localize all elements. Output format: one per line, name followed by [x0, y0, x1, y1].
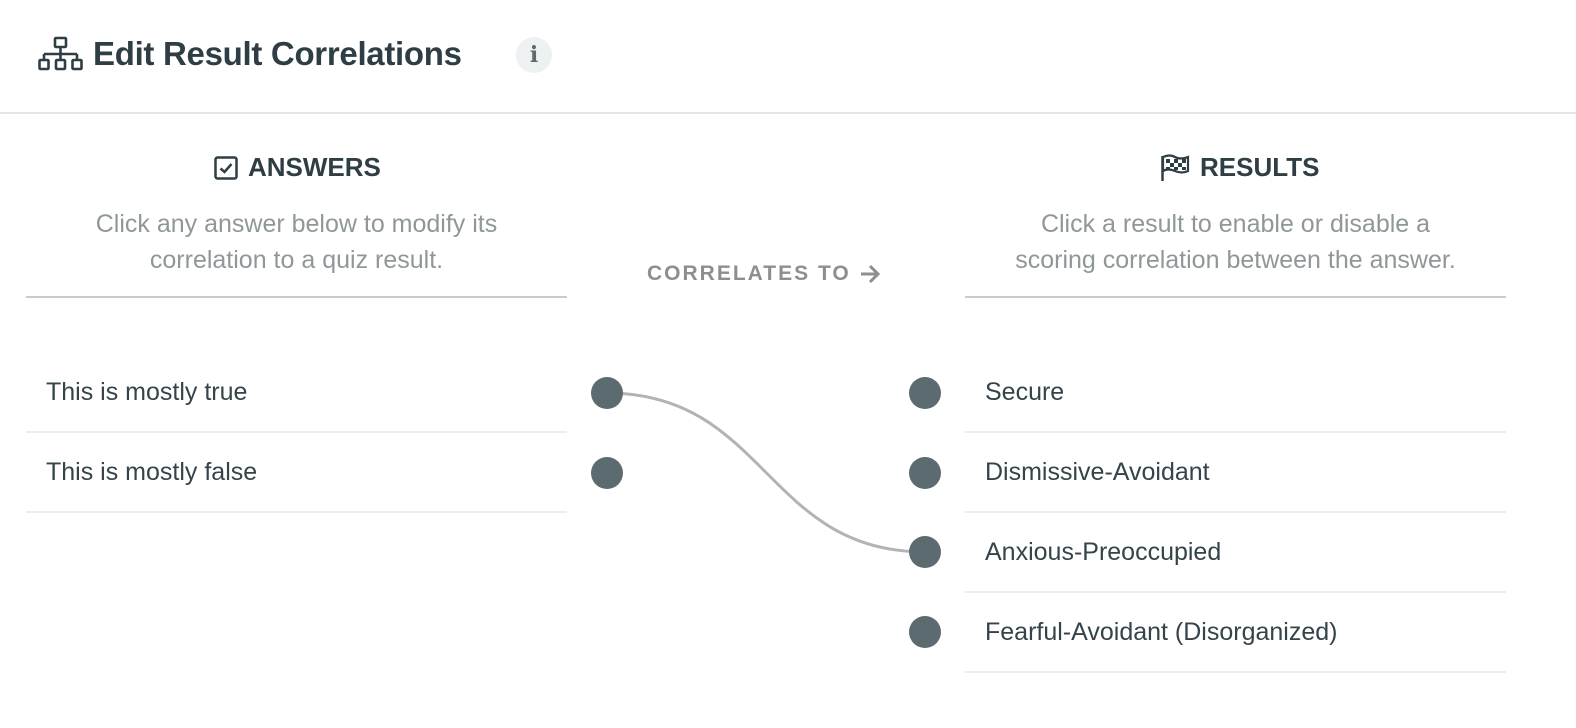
results-description: Click a result to enable or disable a sc…	[965, 206, 1506, 278]
correlates-to-label: CORRELATES TO	[647, 262, 881, 286]
checkered-flag-icon	[1161, 153, 1190, 181]
result-label: Secure	[985, 377, 1065, 406]
result-row[interactable]: Fearful-Avoidant (Disorganized)	[965, 593, 1506, 673]
answer-row[interactable]: This is mostly true	[26, 353, 567, 433]
correlates-to-text: CORRELATES TO	[647, 262, 851, 285]
results-heading-label: RESULTS	[1200, 152, 1320, 182]
results-heading: RESULTS	[1160, 152, 1319, 183]
result-row[interactable]: Anxious-Preoccupied	[965, 513, 1506, 593]
page-title: Edit Result Correlations	[93, 35, 462, 72]
result-connector-dot[interactable]	[909, 616, 941, 648]
answer-label: This is mostly true	[46, 377, 248, 406]
arrow-right-icon	[860, 264, 880, 284]
answer-connector-dot[interactable]	[591, 457, 623, 489]
result-row[interactable]: Dismissive-Avoidant	[965, 433, 1506, 513]
result-label: Anxious-Preoccupied	[985, 537, 1222, 566]
result-connector-dot[interactable]	[909, 457, 941, 489]
result-label: Fearful-Avoidant (Disorganized)	[985, 617, 1338, 646]
result-connector-dot[interactable]	[909, 377, 941, 409]
page-header: Edit Result Correlations i	[0, 0, 1576, 114]
answers-description: Click any answer below to modify its cor…	[26, 206, 567, 278]
answer-label: This is mostly false	[46, 457, 258, 486]
result-row[interactable]: Secure	[965, 353, 1506, 433]
answer-row[interactable]: This is mostly false	[26, 433, 567, 513]
results-description-line: scoring correlation between the answer.	[1015, 246, 1456, 274]
results-divider	[965, 296, 1506, 298]
results-description-line: Click a result to enable or disable a	[1040, 210, 1431, 238]
checkbox-checked-icon	[214, 155, 238, 180]
answers-description-line: Click any answer below to modify its	[95, 210, 498, 238]
result-label: Dismissive-Avoidant	[985, 457, 1210, 486]
correlation-line	[606, 391, 926, 554]
answers-description-line: correlation to a quiz result.	[149, 246, 444, 274]
info-icon[interactable]: i	[516, 37, 552, 73]
result-connector-dot[interactable]	[909, 536, 941, 568]
answers-heading-label: ANSWERS	[248, 152, 381, 182]
answers-divider	[26, 296, 567, 298]
sitemap-icon	[38, 36, 83, 71]
answer-connector-dot[interactable]	[591, 377, 623, 409]
answers-heading: ANSWERS	[214, 152, 381, 183]
